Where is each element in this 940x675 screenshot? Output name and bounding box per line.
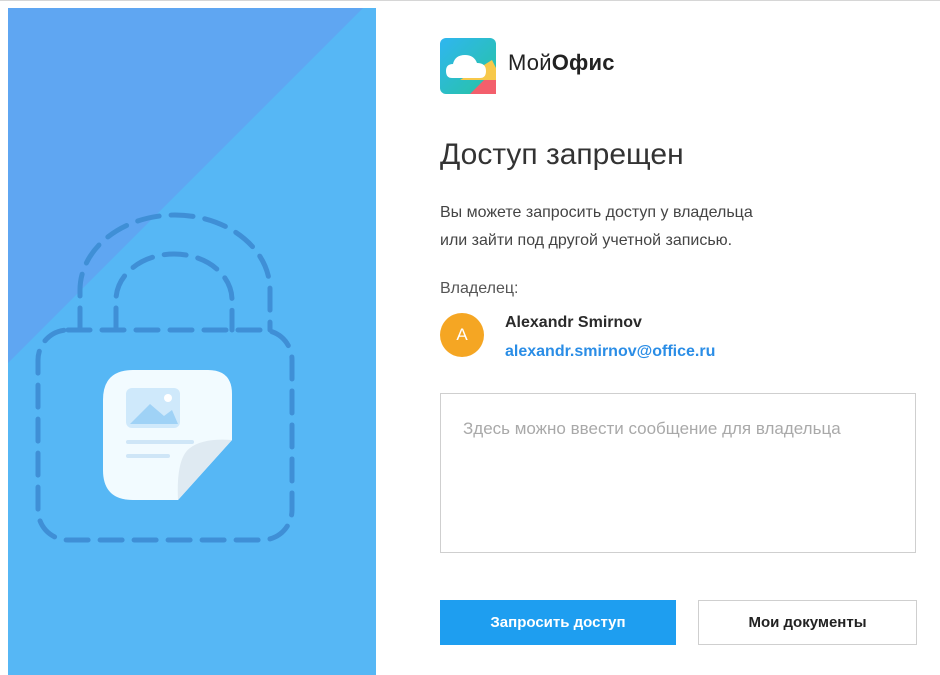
brand-name: МойОфис bbox=[508, 50, 615, 75]
owner-label: Владелец: bbox=[440, 280, 519, 297]
cloud-logo-icon bbox=[440, 38, 496, 94]
description-line: Вы можете запросить доступ у владельца bbox=[440, 204, 753, 221]
illustration-background bbox=[8, 8, 376, 675]
request-access-button[interactable]: Запросить доступ bbox=[440, 600, 676, 645]
my-documents-button[interactable]: Мои документы bbox=[698, 600, 917, 645]
avatar: A bbox=[440, 313, 484, 357]
access-description: Вы можете запросить доступ у владельца и… bbox=[440, 199, 860, 255]
message-input[interactable] bbox=[440, 393, 916, 553]
page-title: Доступ запрещен bbox=[440, 138, 684, 171]
owner-email-link[interactable]: alexandr.smirnov@office.ru bbox=[505, 343, 715, 361]
window-top-border bbox=[0, 0, 940, 1]
description-line: или зайти под другой учетной записью. bbox=[440, 232, 733, 249]
illustration-panel bbox=[8, 8, 376, 675]
owner-name: Alexandr Smirnov bbox=[505, 314, 642, 331]
